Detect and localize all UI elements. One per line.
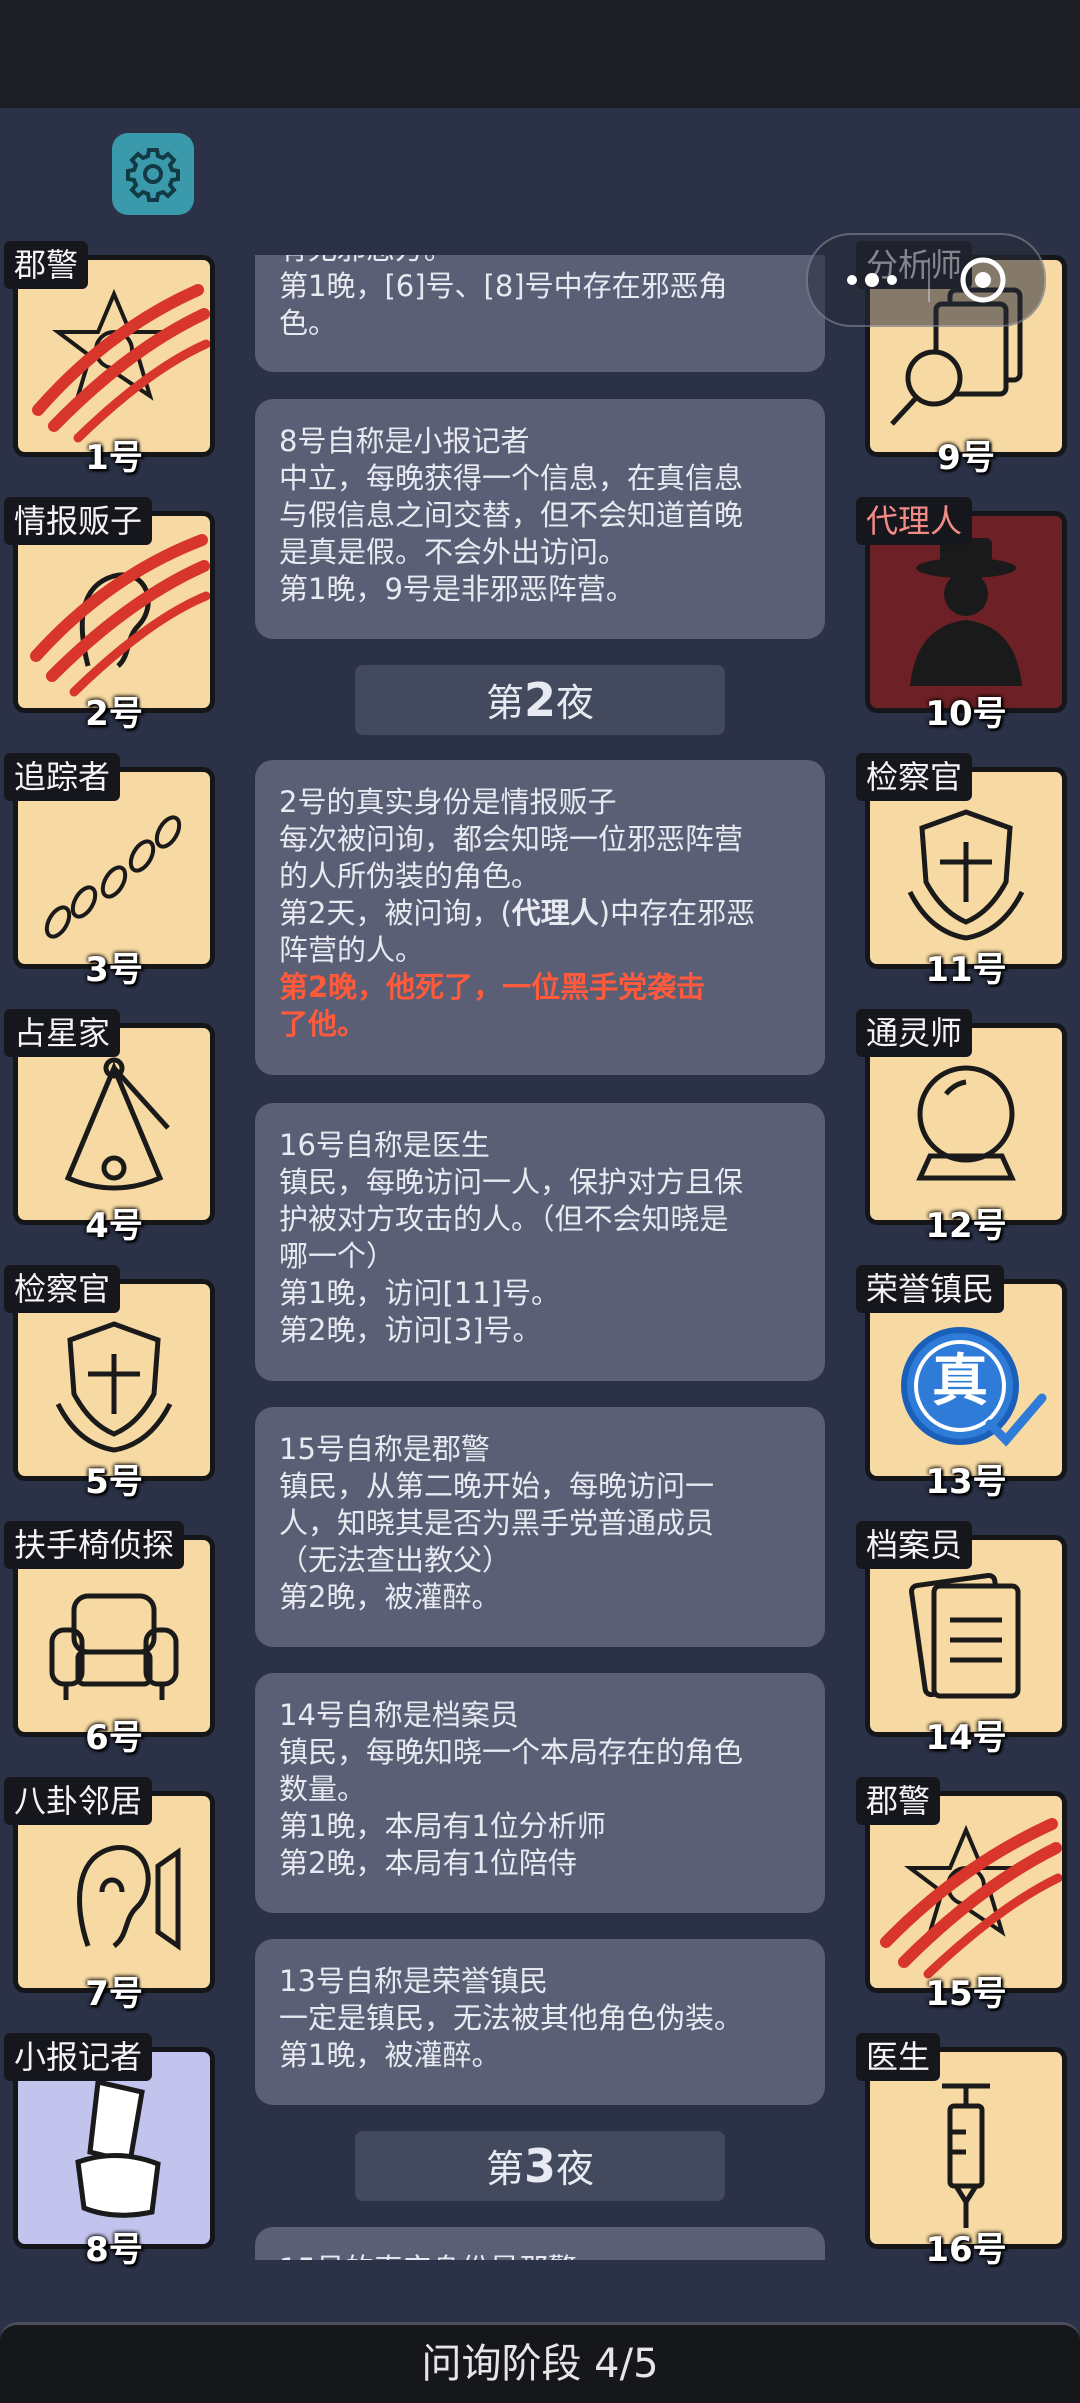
log-message: 16号自称是医生 镇民，每晚访问一人，保护对方且保 护被对方攻击的人。（但不会知晓是… [255, 1103, 825, 1381]
player-number: 13号 [925, 1462, 1007, 1502]
log-message: 13号自称是荣誉镇民 一定是镇民，无法被其他角色伪装。 第1晚，被灌醉。 [255, 1939, 825, 2105]
player-number: 15号 [925, 1974, 1007, 2014]
player-number: 5号 [85, 1462, 143, 1502]
close-target-icon[interactable] [958, 255, 1008, 305]
role-label: 占星家 [4, 1009, 121, 1057]
role-label: 郡警 [856, 1777, 941, 1825]
log-message: 有无邪恶方。第1晚，[6]号、[8]号中存在邪恶角色。 [255, 255, 825, 372]
player-number: 2号 [85, 694, 143, 734]
role-label: 通灵师 [856, 1009, 973, 1057]
player-number: 6号 [85, 1718, 143, 1758]
role-label: 代理人 [856, 497, 973, 545]
gear-icon [126, 148, 180, 202]
log-message: 15号自称是郡警 镇民，从第二晚开始，每晚访问一 人，知晓其是否为黑手党普通成员 （无… [255, 1407, 825, 1647]
role-label: 八卦邻居 [4, 1777, 153, 1825]
role-label: 档案员 [856, 1521, 973, 1569]
player-number: 14号 [925, 1718, 1007, 1758]
log-message: 15号的真实身份是郡警 [255, 2227, 825, 2260]
role-label: 荣誉镇民 [856, 1265, 1005, 1313]
night-divider: 第3夜 [355, 2131, 725, 2201]
role-label: 扶手椅侦探 [4, 1521, 185, 1569]
player-number: 7号 [85, 1974, 143, 2014]
player-number: 16号 [925, 2230, 1007, 2270]
role-label: 小报记者 [4, 2033, 153, 2081]
mini-program-capsule [806, 233, 1046, 327]
settings-button[interactable] [112, 133, 194, 215]
role-label: 检察官 [856, 753, 973, 801]
capsule-divider [928, 258, 930, 302]
event-log[interactable]: 有无邪恶方。第1晚，[6]号、[8]号中存在邪恶角色。 8号自称是小报记者中立，… [255, 255, 825, 2260]
player-number: 11号 [925, 950, 1007, 990]
phase-indicator: 问询阶段 4/5 [0, 2322, 1080, 2403]
claw-marks-icon [30, 534, 210, 697]
player-number: 8号 [85, 2230, 143, 2270]
log-message: 14号自称是档案员 镇民，每晚知晓一个本局存在的角色 数量。 第1晚，本局有1位分析师… [255, 1673, 825, 1913]
player-number: 1号 [85, 438, 143, 478]
night-divider: 第2夜 [355, 665, 725, 735]
log-message: 8号自称是小报记者 中立，每晚获得一个信息，在真信息 与假信息之间交替，但不会知道首… [255, 399, 825, 639]
player-number: 9号 [937, 438, 995, 478]
role-label: 情报贩子 [4, 497, 153, 545]
role-label: 医生 [856, 2033, 941, 2081]
role-label: 检察官 [4, 1265, 121, 1313]
verified-badge-text: 真 [932, 1349, 988, 1414]
player-number: 10号 [925, 694, 1007, 734]
role-label: 追踪者 [4, 753, 121, 801]
status-bar [0, 0, 1080, 108]
role-label: 郡警 [4, 241, 89, 289]
more-dots-icon[interactable] [844, 270, 900, 290]
player-number: 4号 [85, 1206, 143, 1246]
player-number: 3号 [85, 950, 143, 990]
log-message: 2号的真实身份是情报贩子 每次被问询，都会知晓一位邪恶阵营 的人所伪装的角色。 第2… [255, 760, 825, 1075]
player-number: 12号 [925, 1206, 1007, 1246]
